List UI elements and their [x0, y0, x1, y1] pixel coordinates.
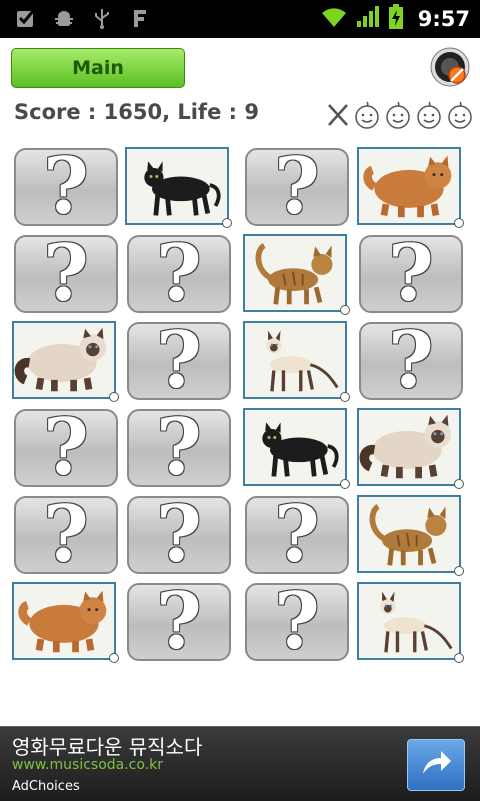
checkbox-icon [14, 6, 38, 30]
card-hidden[interactable]: ? [245, 148, 349, 226]
ad-banner[interactable]: 영화무료다운 뮤직소다 www.musicsoda.co.kr AdChoice… [0, 726, 480, 801]
score-life-label: Score : 1650, Life : 9 [14, 100, 259, 124]
card-hidden[interactable]: ? [127, 322, 231, 400]
status-bar: 9:57 [0, 0, 480, 38]
system-icons: 9:57 [320, 4, 470, 34]
card-hidden[interactable]: ? [245, 496, 349, 574]
card-hidden[interactable]: ? [127, 235, 231, 313]
card-hidden[interactable]: ? [127, 409, 231, 487]
siamese-cat-image [245, 323, 345, 397]
face-icon [415, 100, 443, 134]
life-indicators [326, 100, 474, 134]
card-hidden[interactable]: ? [14, 409, 118, 487]
question-mark-icon: ? [156, 228, 202, 319]
notification-icons [14, 6, 152, 30]
tabby-cat-image [245, 236, 345, 310]
question-mark-icon: ? [388, 315, 434, 406]
card-hidden[interactable]: ? [127, 583, 231, 661]
card-hidden[interactable]: ? [14, 235, 118, 313]
card-hidden[interactable]: ? [359, 235, 463, 313]
sound-off-icon[interactable] [430, 47, 470, 87]
card-corner-dot [340, 479, 350, 489]
card-persian-cat[interactable] [357, 147, 464, 228]
card-corner-dot [109, 653, 119, 663]
usb-icon [90, 6, 114, 30]
siamese-cat-image [359, 584, 459, 658]
face-icon [384, 100, 412, 134]
card-siamese-cat[interactable] [357, 582, 464, 663]
face-icon [353, 100, 381, 134]
x-mark-icon [326, 101, 350, 133]
question-mark-icon: ? [156, 315, 202, 406]
himalayan-cat-image [14, 323, 114, 397]
card-black-cat[interactable] [125, 147, 232, 228]
question-mark-icon: ? [274, 576, 320, 667]
ad-choices-label[interactable]: AdChoices [12, 779, 80, 794]
clock: 9:57 [417, 7, 470, 31]
card-tabby-cat[interactable] [243, 234, 350, 315]
card-corner-dot [454, 218, 464, 228]
card-hidden[interactable]: ? [14, 148, 118, 226]
signal-icon [356, 5, 380, 33]
persian-cat-image [359, 149, 459, 223]
question-mark-icon: ? [43, 141, 89, 232]
card-hidden[interactable]: ? [127, 496, 231, 574]
question-mark-icon: ? [388, 228, 434, 319]
ad-title[interactable]: 영화무료다운 뮤직소다 [12, 731, 202, 760]
persian-cat-image [14, 584, 114, 658]
question-mark-icon: ? [156, 402, 202, 493]
question-mark-icon: ? [274, 489, 320, 580]
card-himalayan-cat[interactable] [357, 408, 464, 489]
black-cat-image [245, 410, 345, 484]
question-mark-icon: ? [43, 228, 89, 319]
face-icon [446, 100, 474, 134]
black-cat-image [127, 149, 227, 223]
card-himalayan-cat[interactable] [12, 321, 119, 402]
card-corner-dot [109, 392, 119, 402]
card-tabby-cat[interactable] [357, 495, 464, 576]
card-hidden[interactable]: ? [245, 583, 349, 661]
card-corner-dot [454, 566, 464, 576]
f-app-icon [128, 6, 152, 30]
question-mark-icon: ? [156, 576, 202, 667]
main-button[interactable]: Main [11, 48, 185, 88]
question-mark-icon: ? [274, 141, 320, 232]
tabby-cat-image [359, 497, 459, 571]
card-persian-cat[interactable] [12, 582, 119, 663]
wifi-icon [320, 5, 348, 33]
card-corner-dot [454, 653, 464, 663]
card-corner-dot [340, 392, 350, 402]
card-black-cat[interactable] [243, 408, 350, 489]
card-corner-dot [340, 305, 350, 315]
question-mark-icon: ? [43, 402, 89, 493]
card-siamese-cat[interactable] [243, 321, 350, 402]
android-debug-icon [52, 6, 76, 30]
question-mark-icon: ? [156, 489, 202, 580]
himalayan-cat-image [359, 410, 459, 484]
share-arrow-icon [419, 748, 453, 782]
battery-charging-icon [388, 4, 404, 34]
card-corner-dot [222, 218, 232, 228]
card-hidden[interactable]: ? [14, 496, 118, 574]
card-corner-dot [454, 479, 464, 489]
ad-url[interactable]: www.musicsoda.co.kr [12, 757, 163, 773]
question-mark-icon: ? [43, 489, 89, 580]
card-hidden[interactable]: ? [359, 322, 463, 400]
ad-open-button[interactable] [407, 739, 465, 791]
